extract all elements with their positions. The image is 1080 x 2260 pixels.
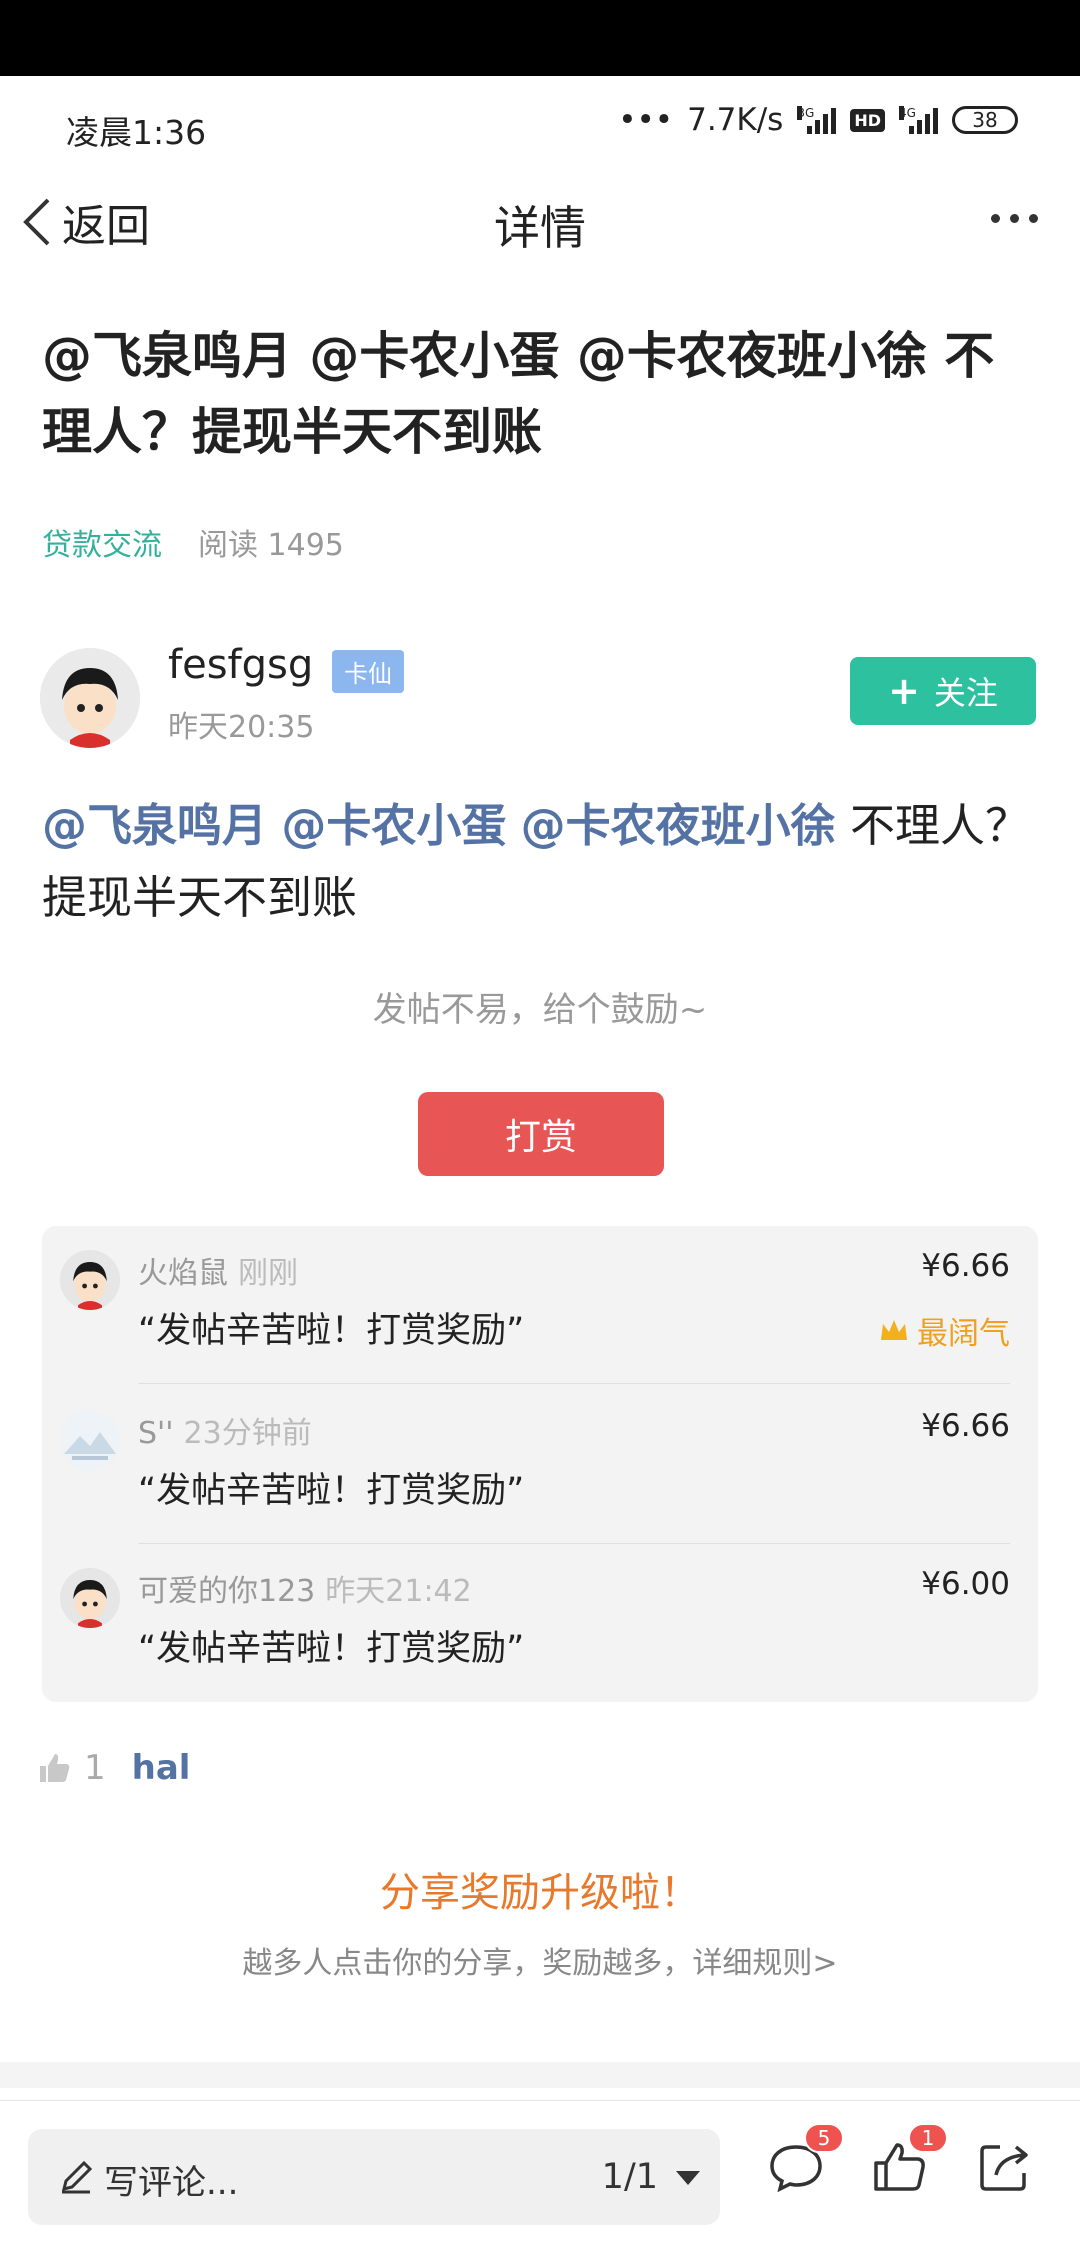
reward-item: 火焰鼠 刚刚 “发帖辛苦啦！打赏奖励” ¥6.66 最阔气 [42,1226,1038,1384]
reward-amount: ¥6.00 [921,1566,1010,1602]
status-indicators: ••• 7.7K/s 3G HD 4G 38 [618,102,1018,138]
post-content: @飞泉鸣月 @卡农小蛋 @卡农夜班小徐 不理人？提现半天不到账 [42,790,1042,934]
category-link[interactable]: 贷款交流 [42,520,162,564]
hd-icon: HD [850,108,885,132]
comment-count-badge: 5 [804,2123,844,2153]
reward-prompt: 发帖不易，给个鼓励~ [372,990,708,1030]
plus-icon: + [888,669,920,713]
signal-3g-icon: 3G [797,106,837,134]
author-avatar[interactable] [40,648,140,748]
bottom-bar: 写评论... 1/1 5 1 [0,2100,1080,2260]
post-meta: 贷款交流 阅读 1495 [42,520,344,564]
comment-input[interactable]: 写评论... 1/1 [28,2129,720,2225]
follow-button[interactable]: + 关注 [850,657,1036,725]
chevron-down-icon[interactable] [676,2171,700,2185]
reward-item: S'' 23分钟前 “发帖辛苦啦！打赏奖励” ¥6.66 [42,1386,1038,1544]
liker-name[interactable]: hal [132,1748,191,1788]
signal-4g-icon: 4G [899,106,938,134]
read-count: 阅读 1495 [198,528,344,563]
reward-button[interactable]: 打赏 [418,1092,664,1176]
status-bar: 凌晨1:36 ••• 7.7K/s 3G HD 4G 38 [0,76,1080,176]
reward-user: 可爱的你123 昨天21:42 [138,1574,472,1609]
author-badge: 卡仙 [332,650,404,693]
comment-button[interactable]: 5 [766,2123,844,2197]
status-time: 凌晨1:36 [66,113,207,152]
divider [138,1383,1010,1384]
page-indicator[interactable]: 1/1 [602,2157,658,2197]
dots-icon: ••• [618,102,674,138]
reward-list: 火焰鼠 刚刚 “发帖辛苦啦！打赏奖励” ¥6.66 最阔气 S'' 23分钟前 “发… [42,1226,1038,1702]
like-count-badge: 1 [908,2123,948,2153]
share-icon [980,2145,1028,2191]
reward-message: “发帖辛苦啦！打赏奖励” [138,1629,525,1669]
like-count: 1 [84,1748,106,1788]
mention-link[interactable]: @卡农夜班小徐 [521,799,836,852]
reward-message: “发帖辛苦啦！打赏奖励” [138,1471,525,1511]
avatar[interactable] [60,1250,120,1310]
top-black-bar [0,0,1080,76]
author-name[interactable]: fesfgsg [168,642,313,688]
avatar[interactable] [60,1410,120,1470]
share-button[interactable] [976,2137,1036,2197]
reward-item: 可爱的你123 昨天21:42 “发帖辛苦啦！打赏奖励” ¥6.00 [42,1544,1038,1702]
top-reward-tag: 最阔气 [879,1308,1010,1353]
page-title: 详情 [494,201,586,255]
more-icon[interactable] [991,214,1038,223]
share-rules-link[interactable]: 越多人点击你的分享，奖励越多，详细规则> [0,1938,1080,1982]
divider-band [0,2062,1080,2088]
share-title: 分享奖励升级啦！ [380,1870,700,1916]
network-speed: 7.7K/s [687,102,784,138]
battery-icon: 38 [952,106,1018,134]
reward-amount: ¥6.66 [921,1408,1010,1444]
mention-link[interactable]: @卡农小蛋 [281,799,506,852]
thumb-up-icon [40,1754,70,1782]
reward-user: S'' 23分钟前 [138,1416,312,1451]
comment-placeholder: 写评论... [104,2163,239,2203]
reward-message: “发帖辛苦啦！打赏奖励” [138,1311,525,1351]
mention-link[interactable]: @飞泉鸣月 [42,799,267,852]
pen-icon [61,2160,93,2194]
reward-amount: ¥6.66 [921,1248,1010,1284]
likes-row: 1 hal [36,1748,190,1788]
crown-icon [881,1319,907,1340]
reward-user: 火焰鼠 刚刚 [138,1256,298,1291]
follow-label: 关注 [933,674,998,712]
post-time: 昨天20:35 [168,710,315,745]
nav-bar: 返回 详情 [0,176,1080,266]
like-button[interactable]: 1 [870,2123,948,2197]
avatar[interactable] [60,1568,120,1628]
post-title: @飞泉鸣月 @卡农小蛋 @卡农夜班小徐 不理人？提现半天不到账 [42,327,995,461]
